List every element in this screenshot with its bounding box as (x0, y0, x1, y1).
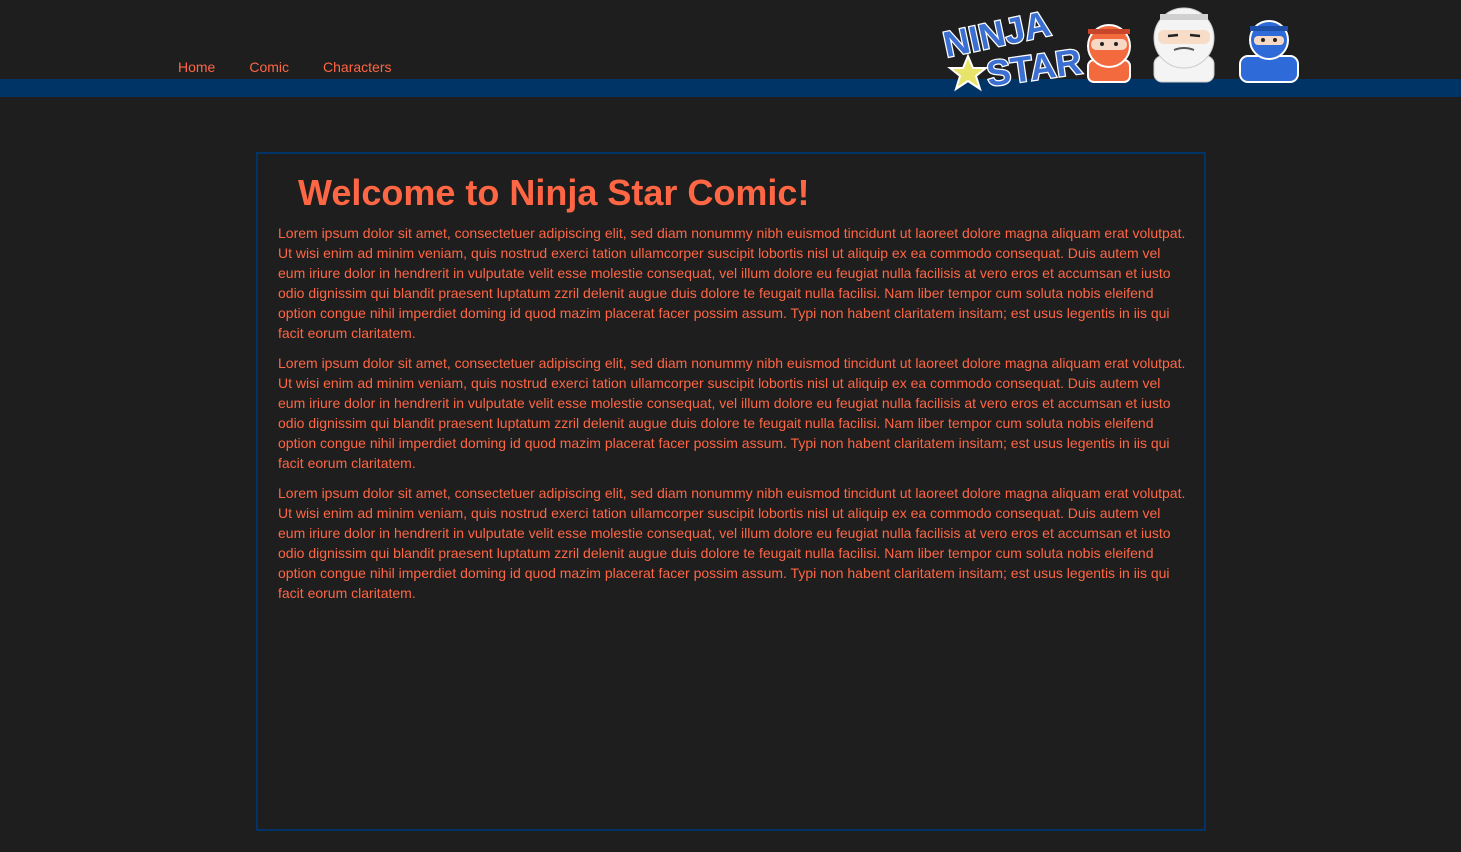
nav-link-comic[interactable]: Comic (249, 58, 289, 76)
main-nav: Home Comic Characters (178, 58, 426, 76)
body-text: Lorem ipsum dolor sit amet, consectetuer… (278, 223, 1188, 613)
page-title: Welcome to Ninja Star Comic! (298, 172, 810, 213)
paragraph-3: Lorem ipsum dolor sit amet, consectetuer… (278, 485, 1186, 601)
paragraph-1: Lorem ipsum dolor sit amet, consectetuer… (278, 225, 1186, 341)
nav-link-home[interactable]: Home (178, 58, 215, 76)
white-ninja-icon (1153, 7, 1215, 83)
paragraph-2: Lorem ipsum dolor sit amet, consectetuer… (278, 355, 1186, 471)
nav-link-characters[interactable]: Characters (323, 58, 391, 76)
blue-ninja-icon (1239, 20, 1299, 83)
site-logo[interactable]: NINJA STAR (938, 0, 1303, 100)
red-ninja-icon (1087, 24, 1131, 83)
main-content-box: Welcome to Ninja Star Comic! Lorem ipsum… (256, 152, 1206, 831)
